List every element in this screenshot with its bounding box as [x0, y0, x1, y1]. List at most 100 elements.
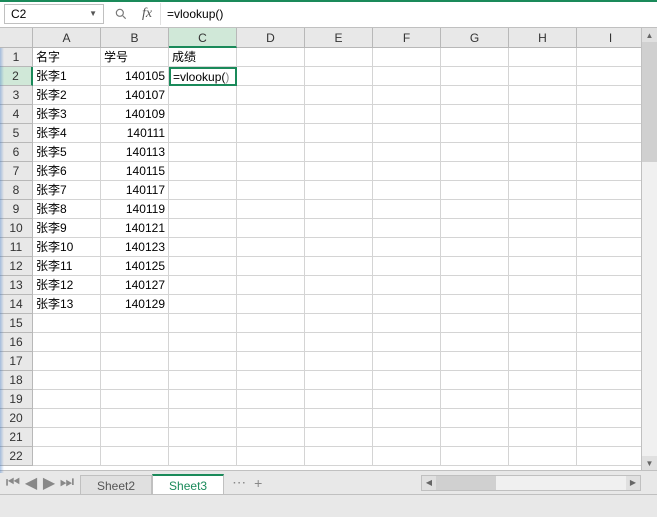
- cell-D4[interactable]: [237, 105, 305, 124]
- cell-E11[interactable]: [305, 238, 373, 257]
- cell-C15[interactable]: [169, 314, 237, 333]
- cell-F8[interactable]: [373, 181, 441, 200]
- cell-A10[interactable]: 张李9: [33, 219, 101, 238]
- cell-I3[interactable]: [577, 86, 645, 105]
- cell-G8[interactable]: [441, 181, 509, 200]
- cell-H16[interactable]: [509, 333, 577, 352]
- scroll-down-arrow-icon[interactable]: ▼: [642, 456, 657, 470]
- cell-B8[interactable]: 140117: [101, 181, 169, 200]
- chevron-down-icon[interactable]: ▼: [89, 9, 97, 18]
- cell-B14[interactable]: 140129: [101, 295, 169, 314]
- cell-F20[interactable]: [373, 409, 441, 428]
- cell-I13[interactable]: [577, 276, 645, 295]
- formula-input[interactable]: =vlookup(): [160, 3, 657, 25]
- cell-F22[interactable]: [373, 447, 441, 466]
- cell-I22[interactable]: [577, 447, 645, 466]
- cell-B5[interactable]: 140111: [101, 124, 169, 143]
- fx-icon[interactable]: fx: [134, 6, 160, 22]
- cell-A3[interactable]: 张李2: [33, 86, 101, 105]
- cell-E20[interactable]: [305, 409, 373, 428]
- cell-I17[interactable]: [577, 352, 645, 371]
- cell-E10[interactable]: [305, 219, 373, 238]
- cell-I9[interactable]: [577, 200, 645, 219]
- cell-A6[interactable]: 张李5: [33, 143, 101, 162]
- row-header-9[interactable]: 9: [0, 200, 33, 219]
- cell-B1[interactable]: 学号: [101, 48, 169, 67]
- cell-D13[interactable]: [237, 276, 305, 295]
- cell-A2[interactable]: 张李1: [33, 67, 101, 86]
- cell-H18[interactable]: [509, 371, 577, 390]
- cell-A11[interactable]: 张李10: [33, 238, 101, 257]
- cell-D18[interactable]: [237, 371, 305, 390]
- vertical-scroll-thumb[interactable]: [642, 42, 657, 162]
- cell-D11[interactable]: [237, 238, 305, 257]
- cell-A20[interactable]: [33, 409, 101, 428]
- cell-I7[interactable]: [577, 162, 645, 181]
- row-header-12[interactable]: 12: [0, 257, 33, 276]
- cell-B16[interactable]: [101, 333, 169, 352]
- cell-B13[interactable]: 140127: [101, 276, 169, 295]
- cell-G9[interactable]: [441, 200, 509, 219]
- cell-H6[interactable]: [509, 143, 577, 162]
- cell-B9[interactable]: 140119: [101, 200, 169, 219]
- cell-D14[interactable]: [237, 295, 305, 314]
- name-box[interactable]: C2 ▼: [4, 4, 104, 24]
- cell-G19[interactable]: [441, 390, 509, 409]
- cell-C20[interactable]: [169, 409, 237, 428]
- cell-C14[interactable]: [169, 295, 237, 314]
- cell-H19[interactable]: [509, 390, 577, 409]
- row-header-6[interactable]: 6: [0, 143, 33, 162]
- cell-C9[interactable]: [169, 200, 237, 219]
- cell-D12[interactable]: [237, 257, 305, 276]
- col-header-C[interactable]: C: [169, 28, 237, 48]
- cell-H13[interactable]: [509, 276, 577, 295]
- cell-B4[interactable]: 140109: [101, 105, 169, 124]
- col-header-G[interactable]: G: [441, 28, 509, 48]
- cell-D6[interactable]: [237, 143, 305, 162]
- col-header-D[interactable]: D: [237, 28, 305, 48]
- cell-F6[interactable]: [373, 143, 441, 162]
- sheet-tab-sheet2[interactable]: Sheet2: [80, 475, 152, 496]
- cell-G4[interactable]: [441, 105, 509, 124]
- cell-E3[interactable]: [305, 86, 373, 105]
- row-header-7[interactable]: 7: [0, 162, 33, 181]
- tab-first-icon[interactable]: ⏮: [6, 476, 20, 490]
- cell-G5[interactable]: [441, 124, 509, 143]
- cell-C3[interactable]: [169, 86, 237, 105]
- cell-F4[interactable]: [373, 105, 441, 124]
- cell-A22[interactable]: [33, 447, 101, 466]
- cell-G20[interactable]: [441, 409, 509, 428]
- cell-E8[interactable]: [305, 181, 373, 200]
- cell-E12[interactable]: [305, 257, 373, 276]
- search-icon[interactable]: [108, 3, 134, 25]
- cell-I15[interactable]: [577, 314, 645, 333]
- cell-A18[interactable]: [33, 371, 101, 390]
- row-header-16[interactable]: 16: [0, 333, 33, 352]
- cell-A5[interactable]: 张李4: [33, 124, 101, 143]
- cell-C5[interactable]: [169, 124, 237, 143]
- tab-add-icon[interactable]: +: [254, 475, 262, 491]
- cell-B19[interactable]: [101, 390, 169, 409]
- cell-I10[interactable]: [577, 219, 645, 238]
- cell-A12[interactable]: 张李11: [33, 257, 101, 276]
- cell-D21[interactable]: [237, 428, 305, 447]
- cell-G1[interactable]: [441, 48, 509, 67]
- cell-F2[interactable]: [373, 67, 441, 86]
- row-header-19[interactable]: 19: [0, 390, 33, 409]
- cell-B7[interactable]: 140115: [101, 162, 169, 181]
- tab-next-icon[interactable]: ▶: [42, 476, 56, 490]
- cell-E5[interactable]: [305, 124, 373, 143]
- cell-B2[interactable]: 140105: [101, 67, 169, 86]
- cell-D7[interactable]: [237, 162, 305, 181]
- cell-A17[interactable]: [33, 352, 101, 371]
- row-header-10[interactable]: 10: [0, 219, 33, 238]
- scroll-left-arrow-icon[interactable]: ◀: [422, 476, 436, 490]
- row-header-2[interactable]: 2: [0, 67, 33, 86]
- cell-H12[interactable]: [509, 257, 577, 276]
- cell-I6[interactable]: [577, 143, 645, 162]
- cell-C8[interactable]: [169, 181, 237, 200]
- cell-D15[interactable]: [237, 314, 305, 333]
- cell-F18[interactable]: [373, 371, 441, 390]
- cell-E13[interactable]: [305, 276, 373, 295]
- cell-C19[interactable]: [169, 390, 237, 409]
